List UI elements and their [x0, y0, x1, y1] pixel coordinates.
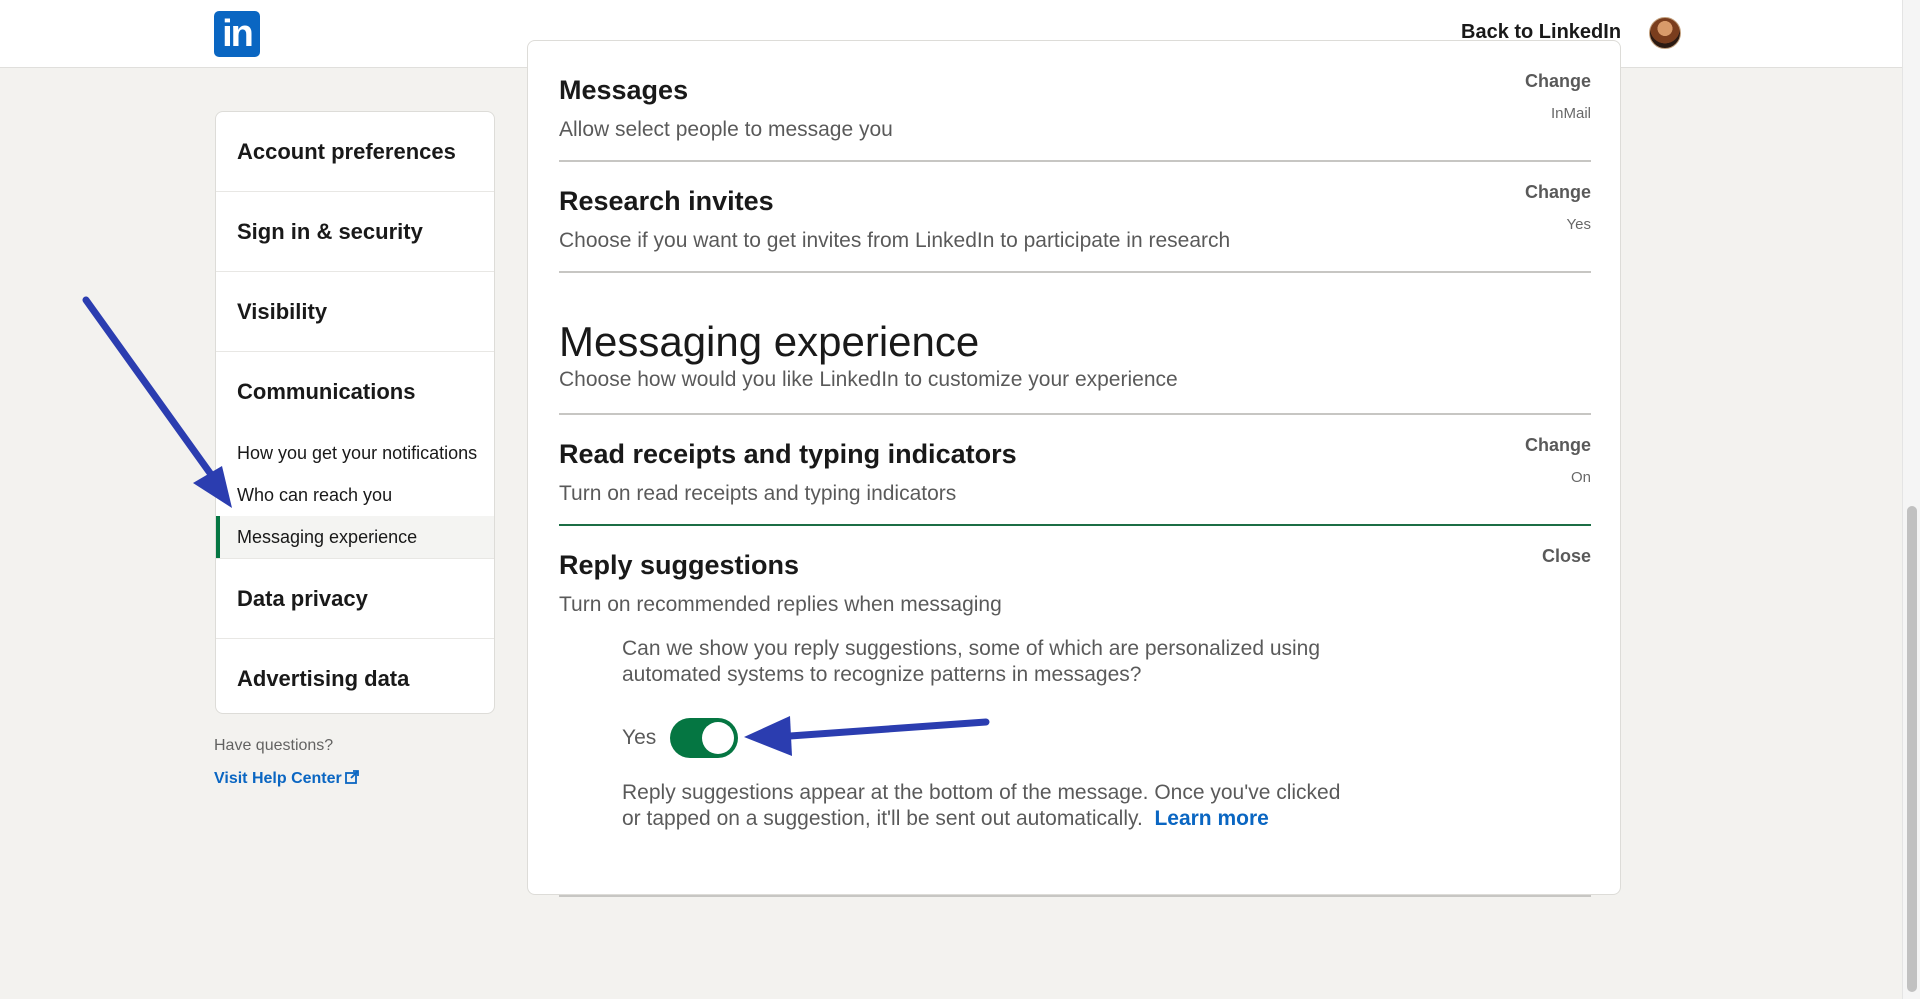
setting-research-invites[interactable]: Research invites Choose if you want to g…	[559, 182, 1591, 253]
learn-more-link[interactable]: Learn more	[1154, 807, 1268, 830]
reply-suggestions-question: Can we show you reply suggestions, some …	[622, 637, 1321, 686]
sidebar-group-communications: Communications How you get your notifica…	[216, 352, 494, 559]
divider	[559, 895, 1591, 897]
divider	[559, 160, 1591, 162]
setting-description: Turn on recommended replies when messagi…	[559, 593, 1002, 616]
external-link-icon	[344, 770, 359, 784]
visit-help-center-link[interactable]: Visit Help Center	[214, 770, 359, 788]
divider-active	[559, 524, 1591, 526]
setting-description: Allow select people to message you	[559, 118, 893, 141]
sidebar-item-account-preferences[interactable]: Account preferences	[216, 112, 494, 192]
setting-description: Choose if you want to get invites from L…	[559, 229, 1231, 252]
reply-suggestions-toggle-row: Yes	[622, 718, 739, 758]
section-title: Messaging experience	[559, 318, 980, 365]
scrollbar-thumb[interactable]	[1907, 506, 1917, 992]
settings-main-panel: Messages Allow select people to message …	[527, 40, 1621, 897]
section-description: Choose how would you like LinkedIn to cu…	[559, 368, 1178, 391]
setting-messages[interactable]: Messages Allow select people to message …	[559, 71, 1591, 142]
change-button[interactable]: Change	[1525, 435, 1591, 456]
sidebar-item-communications[interactable]: Communications	[216, 352, 494, 432]
setting-title: Read receipts and typing indicators	[559, 439, 1017, 469]
setting-reply-suggestions: Reply suggestions Turn on recommended re…	[559, 546, 1591, 617]
settings-sidebar: Account preferences Sign in & security V…	[215, 111, 495, 714]
messaging-experience-section-header: Messaging experience Choose how would yo…	[559, 318, 1591, 392]
setting-description: Turn on read receipts and typing indicat…	[559, 482, 957, 505]
change-button[interactable]: Change	[1525, 71, 1591, 92]
help-center-label: Visit Help Center	[214, 770, 342, 787]
sidebar-item-advertising-data[interactable]: Advertising data	[216, 639, 494, 713]
sidebar-item-data-privacy[interactable]: Data privacy	[216, 559, 494, 639]
annotation-arrow-sidebar	[82, 296, 232, 508]
sidebar-subitem-notifications[interactable]: How you get your notifications	[216, 432, 494, 474]
setting-title: Messages	[559, 75, 689, 105]
setting-value: InMail	[1550, 105, 1591, 122]
page-scrollbar[interactable]	[1902, 0, 1920, 999]
toggle-knob	[702, 722, 735, 754]
setting-read-receipts[interactable]: Read receipts and typing indicators Turn…	[559, 435, 1591, 506]
setting-title: Research invites	[559, 186, 774, 216]
setting-value: Yes	[1566, 216, 1591, 233]
reply-suggestions-toggle[interactable]	[670, 718, 739, 758]
reply-suggestions-info: Reply suggestions appear at the bottom o…	[622, 780, 1352, 832]
avatar[interactable]	[1649, 17, 1681, 49]
linkedin-logo-icon[interactable]: in	[214, 11, 260, 57]
divider	[559, 271, 1591, 273]
have-questions-label: Have questions?	[214, 737, 334, 754]
toggle-label: Yes	[622, 726, 657, 749]
sidebar-item-visibility[interactable]: Visibility	[216, 272, 494, 352]
close-button[interactable]: Close	[1542, 546, 1591, 567]
setting-value: On	[1570, 469, 1591, 486]
sidebar-item-sign-in-security[interactable]: Sign in & security	[216, 192, 494, 272]
sidebar-subitem-messaging-experience[interactable]: Messaging experience	[216, 516, 494, 558]
setting-title: Reply suggestions	[559, 550, 800, 580]
change-button[interactable]: Change	[1525, 182, 1591, 203]
sidebar-subitem-who-can-reach-you[interactable]: Who can reach you	[216, 474, 494, 516]
divider	[559, 413, 1591, 415]
